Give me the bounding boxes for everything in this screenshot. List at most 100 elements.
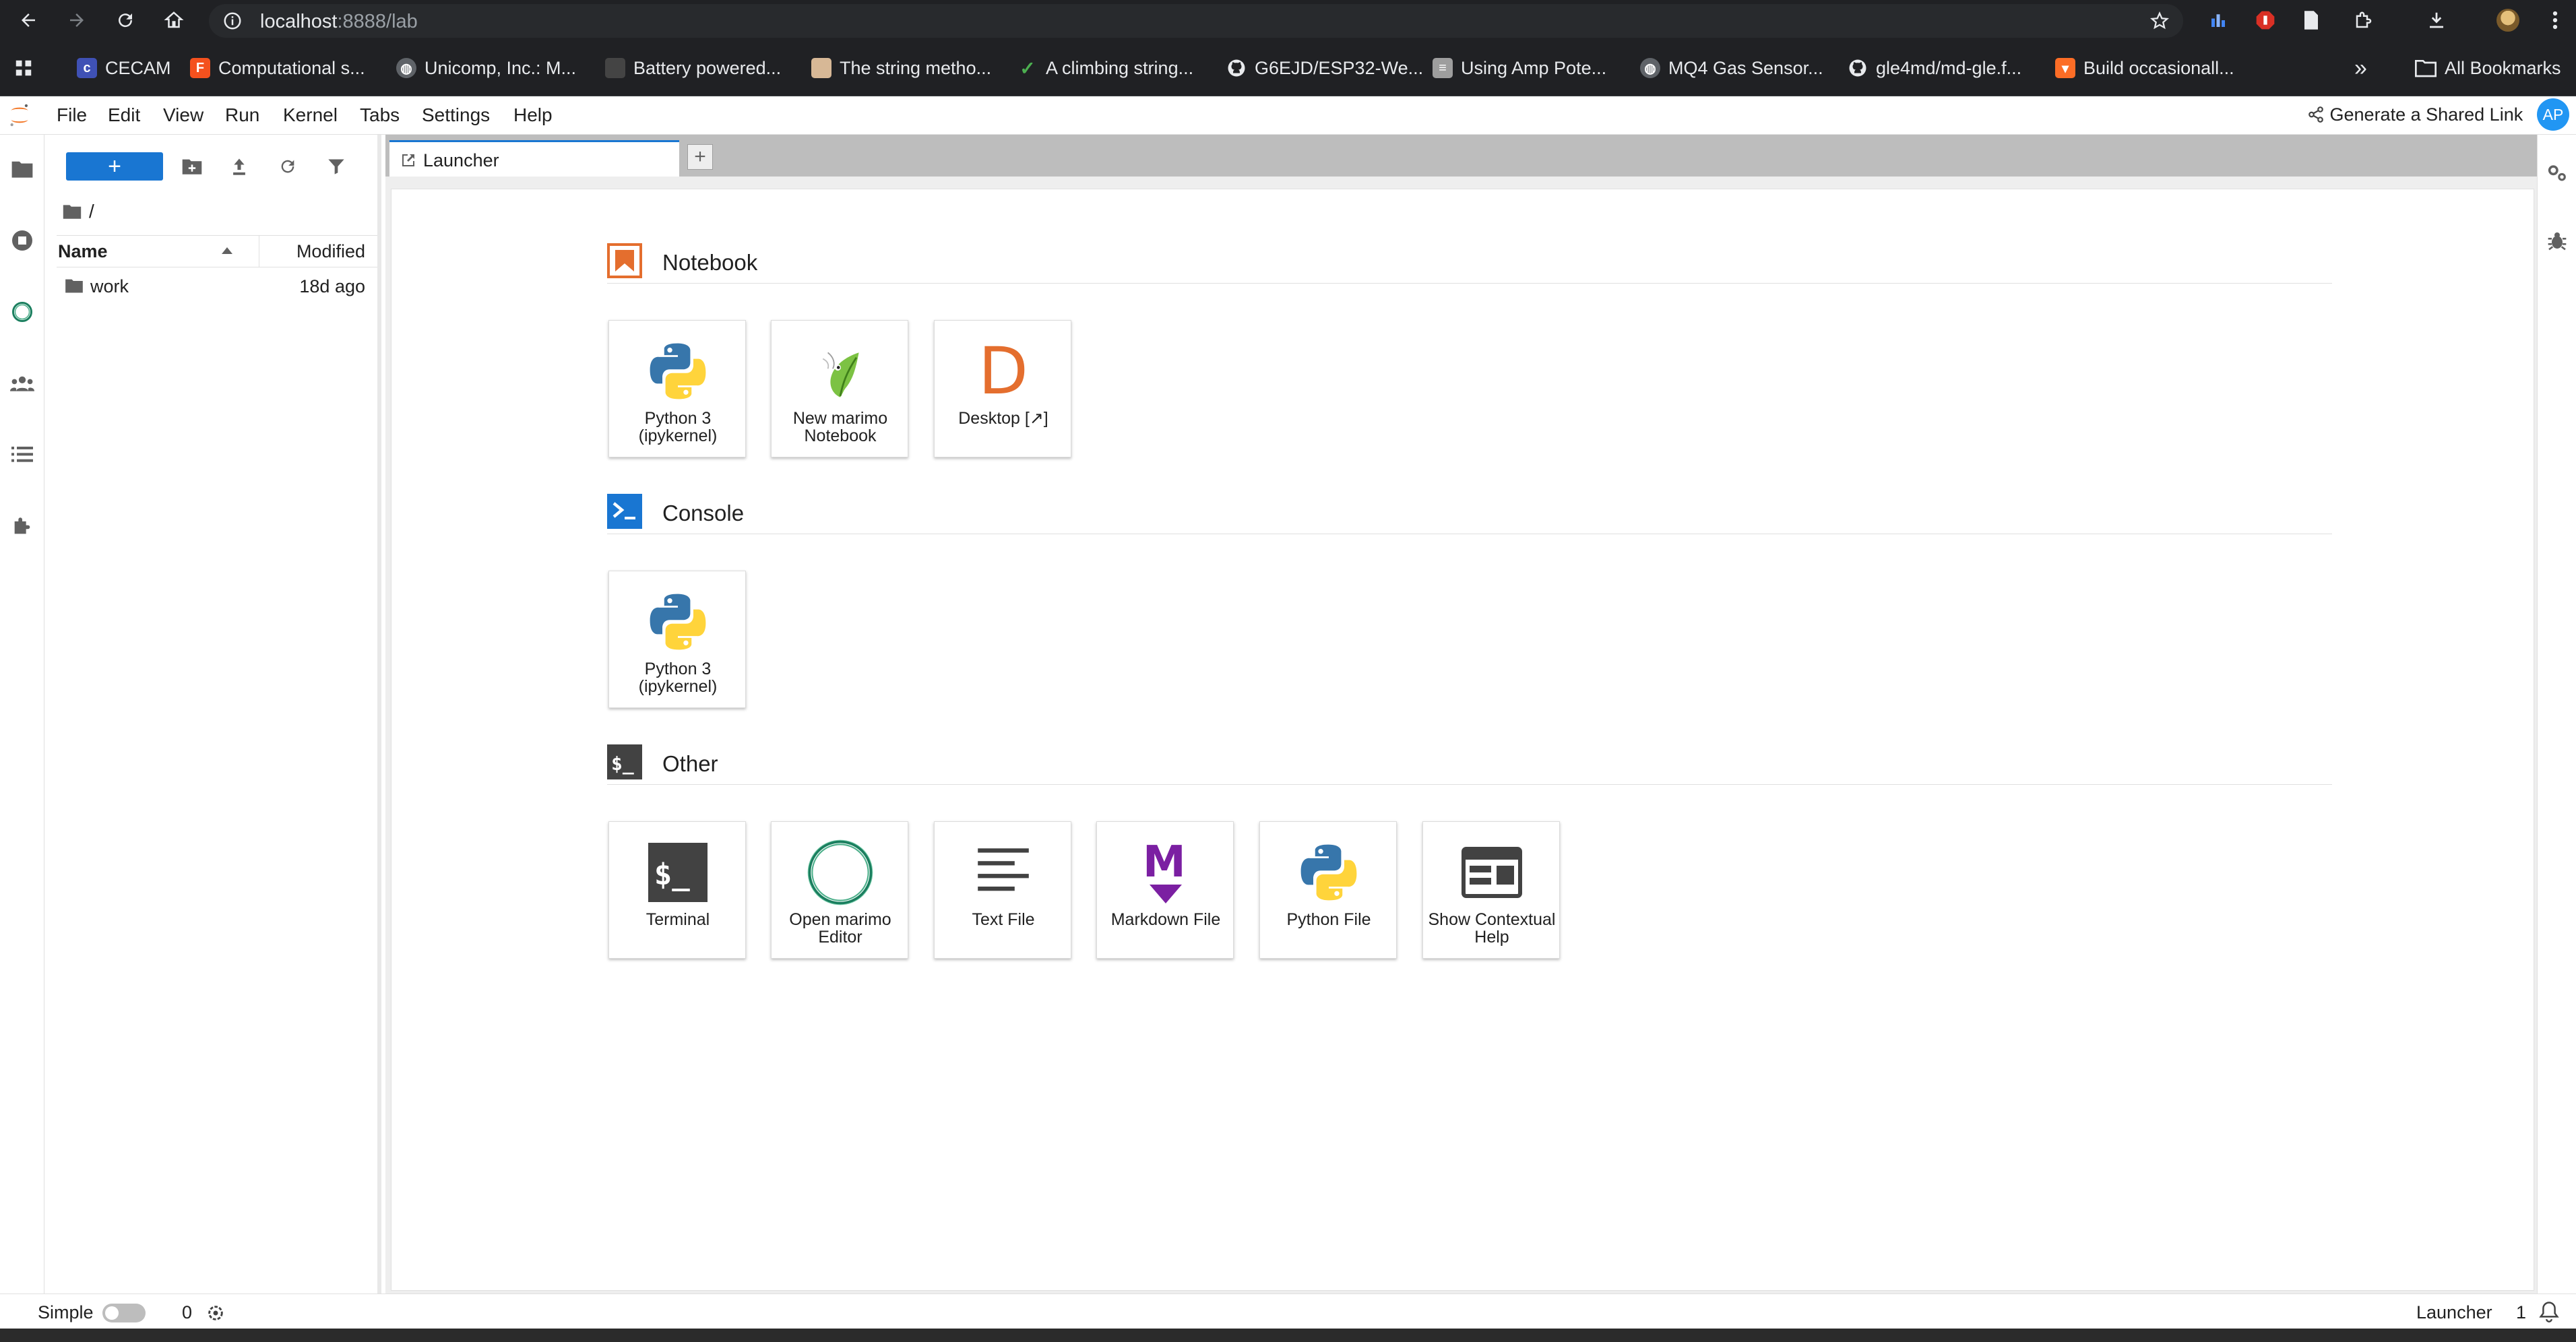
section-notebook: Notebook bbox=[607, 243, 2332, 284]
section-title: Notebook bbox=[662, 250, 758, 275]
launcher-card-text-file[interactable]: Text File bbox=[934, 821, 1071, 959]
bookmark-amp-pote[interactable]: ≡ Using Amp Pote... bbox=[1433, 55, 1606, 82]
breadcrumb[interactable]: / bbox=[62, 199, 94, 224]
bookmark-mq4[interactable]: ◍ MQ4 Gas Sensor... bbox=[1640, 55, 1823, 82]
menu-kernel[interactable]: Kernel bbox=[283, 104, 338, 126]
sidebar-marimo[interactable] bbox=[7, 296, 38, 327]
menu-settings[interactable]: Settings bbox=[422, 104, 490, 126]
sidebar-table-of-contents[interactable] bbox=[7, 439, 38, 470]
reload-button[interactable] bbox=[111, 5, 140, 35]
kernel-count[interactable]: 0 bbox=[182, 1302, 192, 1323]
status-launcher-label: Launcher bbox=[2416, 1302, 2492, 1322]
bookmark-gle4md[interactable]: gle4md/md-gle.f... bbox=[1848, 55, 2021, 82]
breadcrumb-root[interactable]: / bbox=[89, 201, 94, 222]
stop-hand-icon bbox=[2256, 11, 2275, 30]
extensions-button[interactable] bbox=[2349, 5, 2379, 35]
desktop-d-icon: D bbox=[978, 333, 1028, 409]
markdown-icon: M bbox=[1129, 835, 1203, 909]
launcher-card-marimo-notebook[interactable]: New marimo Notebook bbox=[771, 320, 908, 457]
column-name-header[interactable]: Name bbox=[58, 241, 108, 262]
share-link-button[interactable]: Generate a Shared Link bbox=[2307, 104, 2523, 125]
simple-mode-toggle[interactable] bbox=[102, 1304, 146, 1322]
launcher-card-marimo-editor[interactable]: Open marimo Editor bbox=[771, 821, 908, 959]
launcher-card-markdown-file[interactable]: M Markdown File bbox=[1096, 821, 1234, 959]
add-tab-button[interactable]: + bbox=[687, 144, 713, 170]
extension-reader-button[interactable] bbox=[2296, 5, 2326, 35]
menu-edit[interactable]: Edit bbox=[108, 104, 140, 126]
bookmark-battery[interactable]: Battery powered... bbox=[605, 55, 781, 82]
doc-icon: ≡ bbox=[1433, 58, 1453, 78]
image-icon bbox=[811, 58, 831, 78]
column-modified-header[interactable]: Modified bbox=[296, 241, 365, 262]
menu-file[interactable]: File bbox=[57, 104, 87, 126]
running-stop-icon bbox=[12, 230, 32, 251]
new-folder-button[interactable] bbox=[179, 154, 205, 179]
sidebar-extensions[interactable] bbox=[7, 511, 38, 542]
user-avatar[interactable]: AP bbox=[2537, 98, 2569, 131]
more-bookmarks-button[interactable]: » bbox=[2354, 55, 2367, 82]
tab-launcher[interactable]: Launcher bbox=[389, 140, 679, 177]
svg-text:$_: $_ bbox=[611, 753, 634, 775]
menu-tabs[interactable]: Tabs bbox=[360, 104, 400, 126]
cecam-icon: c bbox=[77, 58, 97, 78]
puzzle-icon bbox=[2356, 11, 2372, 28]
apps-button[interactable] bbox=[13, 55, 34, 82]
section-other: $_ Other bbox=[607, 744, 2332, 785]
notification-bell-icon[interactable] bbox=[2539, 1301, 2559, 1322]
new-folder-icon bbox=[182, 159, 202, 174]
bookmark-label: gle4md/md-gle.f... bbox=[1876, 57, 2022, 78]
debugger-button[interactable] bbox=[2542, 225, 2573, 256]
main-dock-area: Launcher + Notebook Python 3 (ipykernel)… bbox=[385, 135, 2537, 1293]
bookmark-unicomp[interactable]: ◍ Unicomp, Inc.: M... bbox=[396, 55, 576, 82]
launcher-card-python-file[interactable]: Python File bbox=[1259, 821, 1397, 959]
upload-button[interactable] bbox=[226, 154, 252, 179]
launcher-card-notebook-python3[interactable]: Python 3 (ipykernel) bbox=[608, 320, 746, 457]
sidebar-collaboration[interactable] bbox=[7, 368, 38, 399]
file-list-row[interactable]: work 18d ago bbox=[57, 269, 377, 303]
share-link-label: Generate a Shared Link bbox=[2329, 104, 2523, 125]
analytics-extension-icon bbox=[2211, 14, 2225, 27]
home-button[interactable] bbox=[159, 5, 189, 35]
address-bar[interactable]: localhost:8888/lab bbox=[209, 4, 2183, 38]
status-bar: Simple 0 Launcher 1 bbox=[0, 1293, 2576, 1329]
extension-blocker-button[interactable] bbox=[2251, 5, 2280, 35]
bookmark-build[interactable]: ▾ Build occasionall... bbox=[2055, 55, 2234, 82]
launcher-card-console-python3[interactable]: Python 3 (ipykernel) bbox=[608, 571, 746, 708]
upload-icon bbox=[233, 158, 245, 175]
section-title: Other bbox=[662, 751, 718, 776]
new-launcher-button[interactable]: + bbox=[66, 152, 163, 181]
menu-help[interactable]: Help bbox=[513, 104, 553, 126]
bookmark-string-method[interactable]: The string metho... bbox=[811, 55, 991, 82]
launcher-card-terminal[interactable]: $_ Terminal bbox=[608, 821, 746, 959]
bookmark-computational[interactable]: F Computational s... bbox=[190, 55, 365, 82]
chrome-menu-button[interactable] bbox=[2540, 5, 2570, 35]
bookmark-cecam[interactable]: c CECAM bbox=[77, 55, 171, 82]
menu-view[interactable]: View bbox=[163, 104, 203, 126]
marimo-ring-icon bbox=[12, 302, 32, 322]
section-console: Console bbox=[607, 494, 2332, 534]
refresh-button[interactable] bbox=[275, 154, 301, 179]
forward-button[interactable] bbox=[62, 5, 92, 35]
sidebar-running[interactable] bbox=[7, 225, 38, 256]
bookmark-climbing-string[interactable]: ✓ A climbing string... bbox=[1017, 55, 1193, 82]
back-button[interactable] bbox=[13, 5, 43, 35]
filter-button[interactable] bbox=[323, 154, 349, 179]
url-path: :8888/lab bbox=[337, 11, 418, 32]
extension-analytics-button[interactable] bbox=[2203, 5, 2233, 35]
all-bookmarks-button[interactable]: All Bookmarks bbox=[2415, 55, 2561, 82]
property-inspector-button[interactable] bbox=[2542, 158, 2573, 189]
launcher-card-contextual-help[interactable]: Show Contextual Help bbox=[1422, 821, 1560, 959]
menu-run[interactable]: Run bbox=[225, 104, 259, 126]
contextual-help-icon bbox=[1455, 835, 1529, 909]
terminal-icon: $_ bbox=[641, 835, 715, 909]
bookmark-g6ejd[interactable]: G6EJD/ESP32-We... bbox=[1226, 55, 1423, 82]
sidebar-file-browser[interactable] bbox=[7, 154, 38, 185]
sort-ascending-icon[interactable] bbox=[221, 247, 233, 255]
bookmark-star-icon[interactable] bbox=[2149, 11, 2170, 31]
downloads-button[interactable] bbox=[2422, 5, 2451, 35]
refresh-icon bbox=[281, 160, 294, 173]
launcher-card-desktop[interactable]: D Desktop [↗] bbox=[934, 320, 1071, 457]
profile-button[interactable] bbox=[2493, 5, 2523, 35]
tab-bar: Launcher + bbox=[385, 135, 2537, 177]
kernel-gear-icon[interactable] bbox=[206, 1304, 225, 1322]
